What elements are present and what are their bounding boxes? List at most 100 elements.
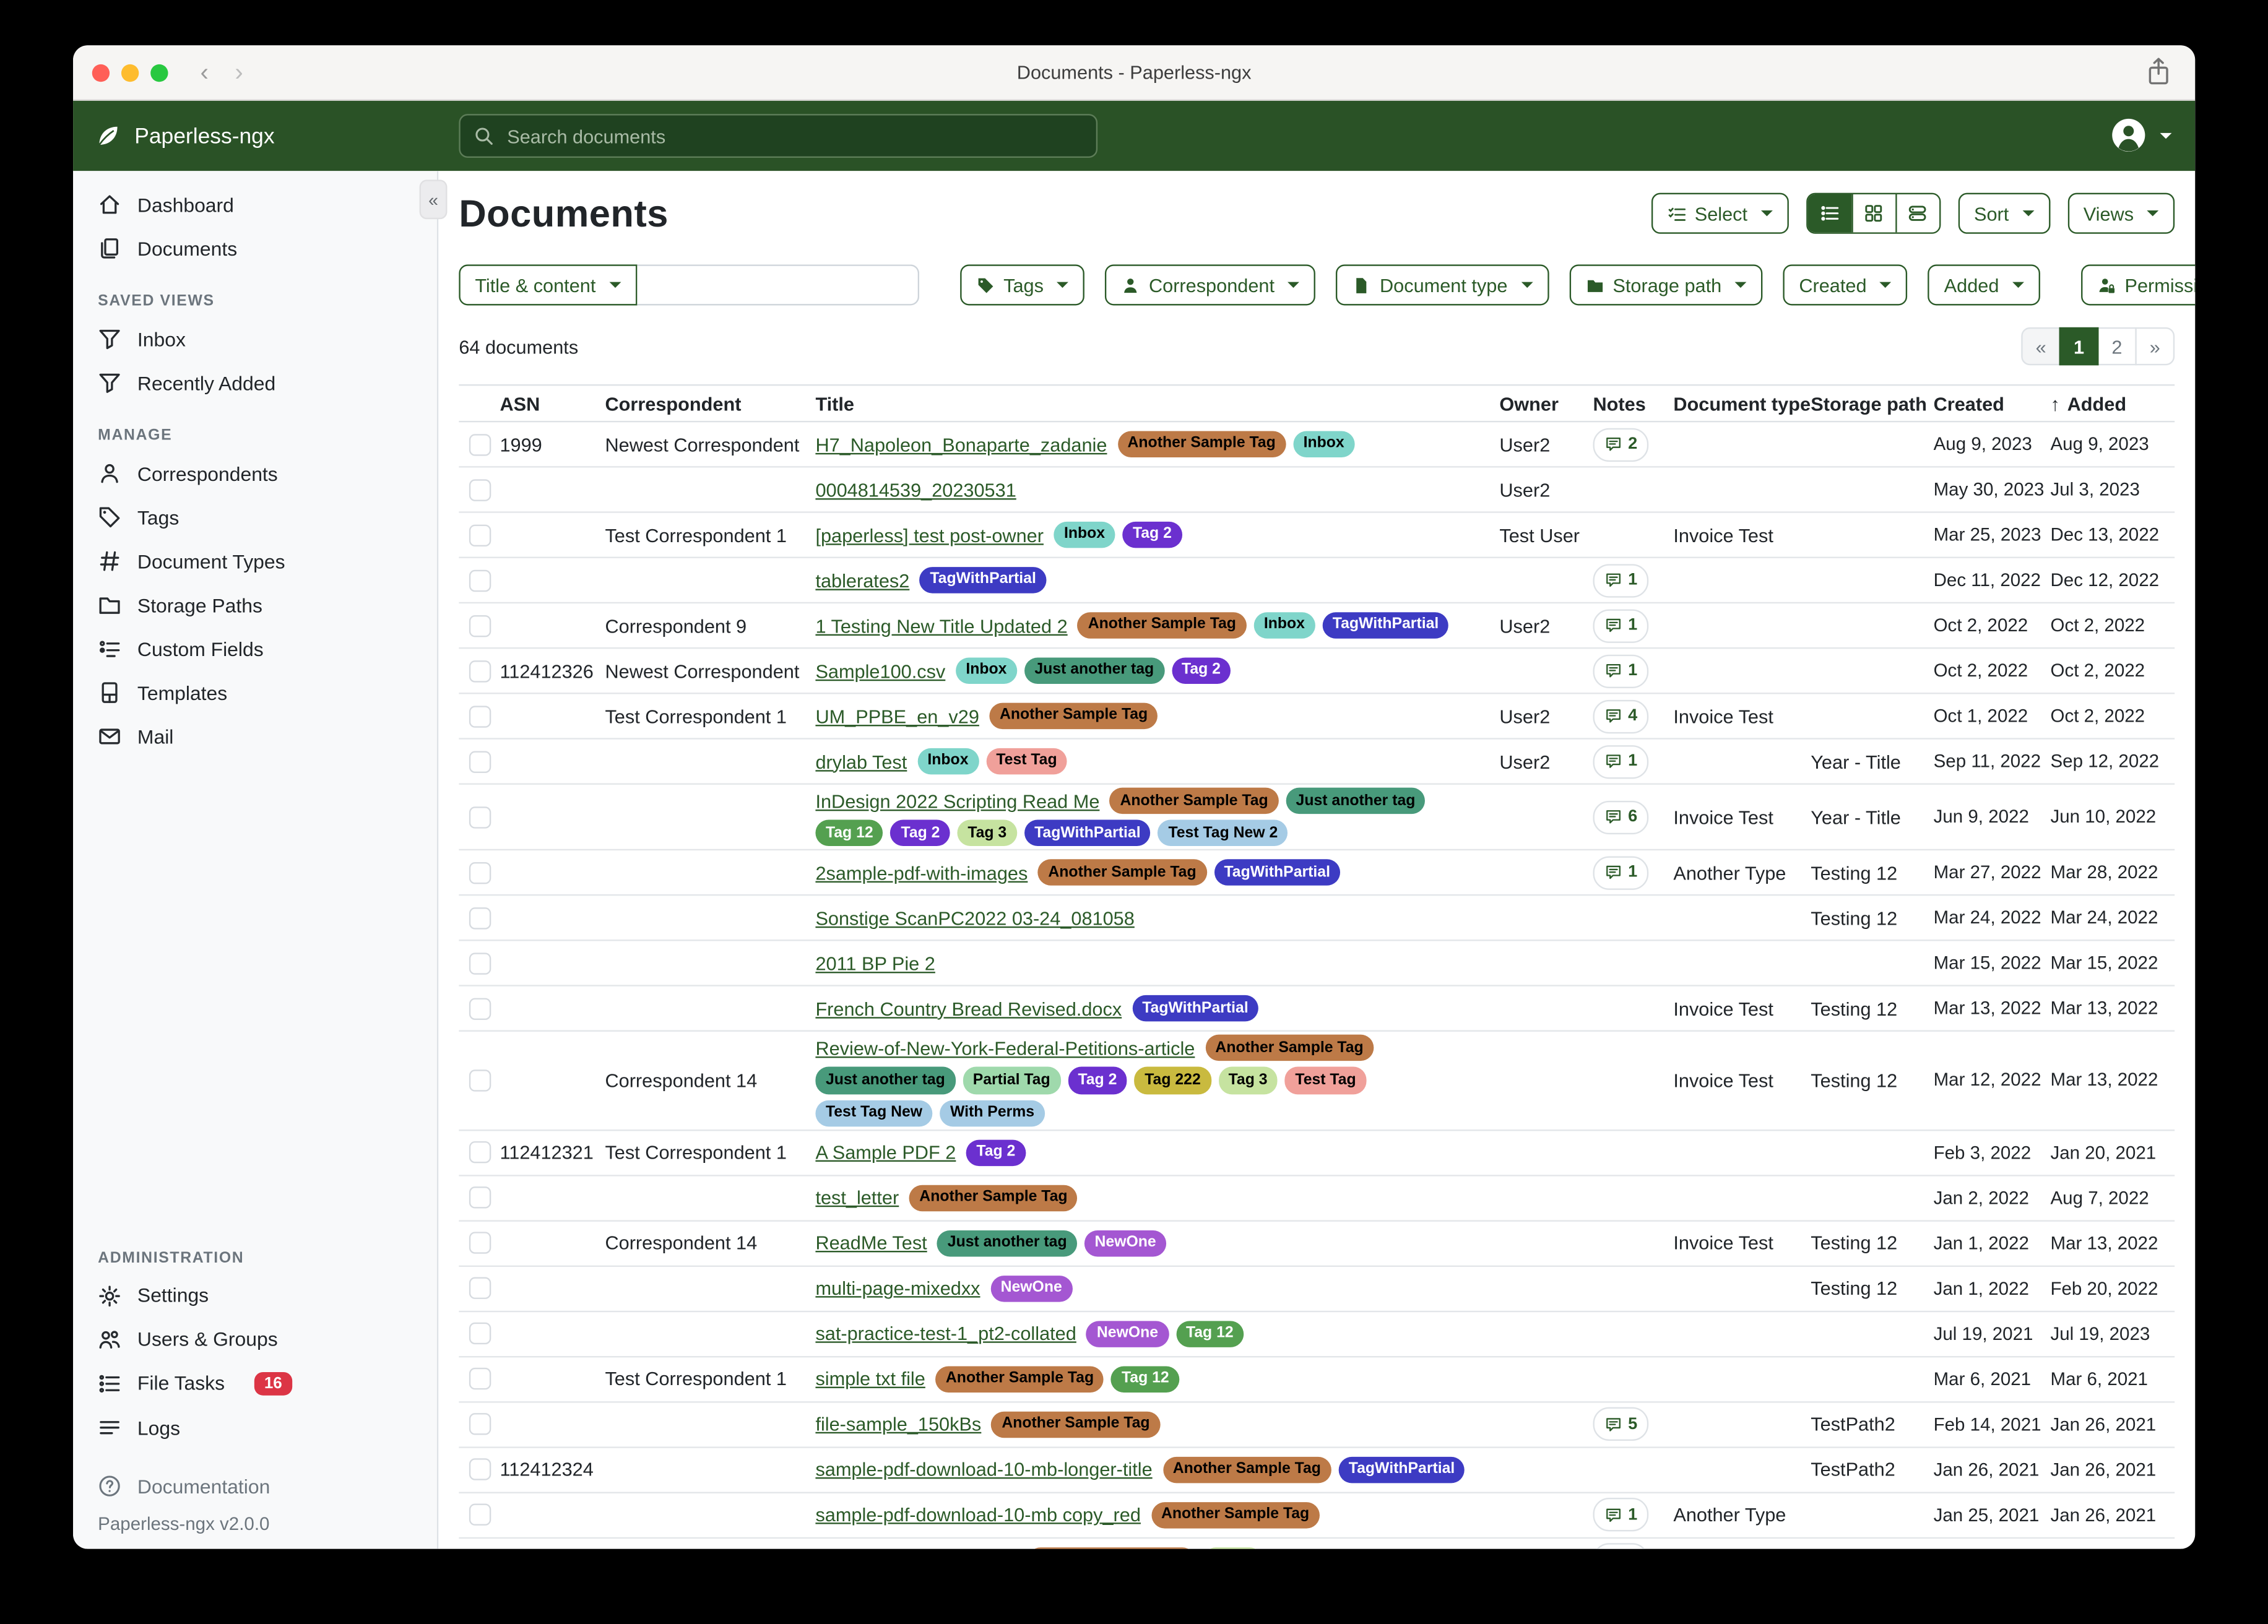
back-button[interactable]: ‹	[200, 60, 208, 85]
tag-pill[interactable]: Another Sample Tag	[989, 702, 1158, 729]
filter-field-selector[interactable]: Title & content	[459, 264, 636, 305]
share-icon[interactable]	[2145, 57, 2171, 86]
row-checkbox[interactable]	[469, 433, 491, 455]
notes-badge[interactable]: 1	[1593, 563, 1649, 597]
tag-pill[interactable]: Another Sample Tag	[1162, 1456, 1331, 1483]
tag-pill[interactable]: Another Sample Tag	[1205, 1035, 1374, 1061]
toggle-grid-view[interactable]	[1851, 194, 1895, 232]
zoom-window-button[interactable]	[150, 64, 168, 81]
tag-pill[interactable]: NewOne	[990, 1275, 1072, 1302]
tag-pill[interactable]: Another Sample Tag	[935, 1366, 1104, 1393]
row-checkbox[interactable]	[469, 478, 491, 500]
tag-pill[interactable]: Test Tag New 2	[1158, 820, 1288, 847]
tag-pill[interactable]: Inbox	[956, 657, 1017, 684]
document-link[interactable]: UM_PPBE_en_v29	[815, 705, 979, 727]
document-link[interactable]: simple txt file	[815, 1368, 925, 1389]
document-link[interactable]: sample-pdf-download-10-mb-longer-title	[815, 1459, 1152, 1480]
notes-badge[interactable]: 1	[1593, 856, 1649, 889]
toggle-card-view[interactable]	[1895, 194, 1939, 232]
sidebar-item-custom-fields[interactable]: Custom Fields	[73, 627, 437, 671]
tag-pill[interactable]: Tag 2	[1172, 657, 1231, 684]
sidebar-item-recently-added[interactable]: Recently Added	[73, 361, 437, 405]
column-header-created[interactable]: Created	[1934, 392, 2051, 414]
row-checkbox[interactable]	[469, 1413, 491, 1435]
tag-pill[interactable]: Another Sample Tag	[1078, 612, 1246, 639]
user-menu[interactable]	[2110, 117, 2171, 153]
tag-pill[interactable]: Tag 2	[1122, 522, 1182, 548]
row-checkbox[interactable]	[469, 1186, 491, 1208]
document-link[interactable]: tablerates2	[815, 569, 909, 591]
sidebar-item-settings[interactable]: Settings	[73, 1274, 437, 1318]
tag-pill[interactable]: Another Sample Tag	[992, 1411, 1160, 1438]
document-link[interactable]: file-sample_150kBs	[815, 1413, 981, 1435]
row-checkbox[interactable]	[469, 862, 491, 883]
notes-badge[interactable]: 1	[1593, 608, 1649, 642]
close-window-button[interactable]	[92, 64, 110, 81]
tag-pill[interactable]: Another Sample Tag	[909, 1185, 1078, 1211]
page-1-button[interactable]: 1	[2059, 327, 2099, 365]
tag-pill[interactable]: TagWithPartial	[1322, 612, 1449, 639]
tag-pill[interactable]: Tag 2	[891, 820, 950, 847]
tag-pill[interactable]: Test Tag	[986, 748, 1067, 775]
filter-query-input[interactable]	[637, 264, 919, 305]
sidebar-item-users-groups[interactable]: Users & Groups	[73, 1318, 437, 1362]
document-link[interactable]: H7_Napoleon_Bonaparte_zadanie	[815, 433, 1107, 455]
filter-tags-button[interactable]: Tags	[959, 264, 1084, 305]
tag-pill[interactable]: Tag 12	[1175, 1320, 1244, 1347]
row-checkbox[interactable]	[469, 705, 491, 727]
sort-button[interactable]: Sort	[1958, 193, 2049, 234]
document-link[interactable]: [paperless] test post-owner	[815, 524, 1044, 545]
row-checkbox[interactable]	[469, 660, 491, 681]
document-link[interactable]: 1 Testing New Title Updated 2	[815, 615, 1067, 636]
sidebar-item-inbox[interactable]: Inbox	[73, 317, 437, 361]
document-link[interactable]: Sonstige ScanPC2022 03-24_081058	[815, 907, 1134, 929]
tag-pill[interactable]: Just another tag	[1286, 788, 1426, 814]
sidebar-item-storage-paths[interactable]: Storage Paths	[73, 583, 437, 627]
tag-pill[interactable]: With Perms	[940, 1100, 1044, 1126]
tag-pill[interactable]: Tag 12	[815, 820, 883, 847]
sidebar-item-document-types[interactable]: Document Types	[73, 539, 437, 583]
notes-badge[interactable]: 1	[1593, 654, 1649, 688]
tag-pill[interactable]: Another Sample Tag	[1110, 788, 1278, 814]
sidebar-item-templates[interactable]: Templates	[73, 671, 437, 715]
row-checkbox[interactable]	[469, 806, 491, 827]
row-checkbox[interactable]	[469, 1232, 491, 1254]
document-link[interactable]: 0004814539_20230531	[815, 478, 1016, 500]
tag-pill[interactable]: Inbox	[917, 748, 979, 775]
notes-badge[interactable]: 1	[1593, 745, 1649, 778]
filter-storage-path-button[interactable]: Storage path	[1569, 264, 1763, 305]
column-header-title[interactable]: Title	[815, 392, 1499, 414]
document-link[interactable]: InDesign 2022 Scripting Read Me	[815, 790, 1099, 811]
row-checkbox[interactable]	[469, 615, 491, 636]
forward-button[interactable]: ›	[235, 60, 243, 85]
search-input[interactable]	[504, 124, 1096, 149]
notes-badge[interactable]: 4	[1593, 699, 1649, 733]
tag-pill[interactable]: Test Tag New	[815, 1100, 932, 1126]
notes-badge[interactable]: 1	[1593, 1498, 1649, 1531]
document-link[interactable]: 2011 BP Pie 2	[815, 952, 935, 974]
notes-badge[interactable]: 5	[1593, 1407, 1649, 1441]
toggle-list-view[interactable]	[1807, 194, 1851, 232]
row-checkbox[interactable]	[469, 569, 491, 591]
column-header-storagepath[interactable]: Storage path	[1811, 392, 1933, 414]
filter-created-button[interactable]: Created	[1783, 264, 1907, 305]
filter-permissions-button[interactable]: Permissions	[2081, 264, 2196, 305]
column-header-correspondent[interactable]: Correspondent	[605, 392, 815, 414]
minimize-window-button[interactable]	[121, 64, 139, 81]
document-link[interactable]: ReadMe Test	[815, 1232, 927, 1254]
row-checkbox[interactable]	[469, 952, 491, 974]
page-2-button[interactable]: 2	[2097, 327, 2137, 365]
page-next-button[interactable]: »	[2135, 327, 2175, 365]
column-header-doctype[interactable]: Document type	[1673, 392, 1811, 414]
tag-pill[interactable]: TagWithPartial	[1338, 1456, 1465, 1483]
row-checkbox[interactable]	[469, 1368, 491, 1389]
document-link[interactable]: sample-pdf-download-10-mb copy_red	[815, 1504, 1140, 1526]
notes-badge[interactable]: 4	[1593, 1544, 1649, 1549]
tag-pill[interactable]: NewOne	[1084, 1230, 1166, 1256]
tag-pill[interactable]: Just another tag	[815, 1067, 955, 1094]
tag-pill[interactable]: Test Tag	[1285, 1067, 1366, 1094]
tag-pill[interactable]: TagWithPartial	[920, 567, 1047, 594]
column-header-owner[interactable]: Owner	[1499, 392, 1593, 414]
document-link[interactable]: sat-practice-test-1_pt2-collated	[815, 1323, 1076, 1344]
tag-pill[interactable]: Another Sample Tag	[1151, 1501, 1319, 1528]
